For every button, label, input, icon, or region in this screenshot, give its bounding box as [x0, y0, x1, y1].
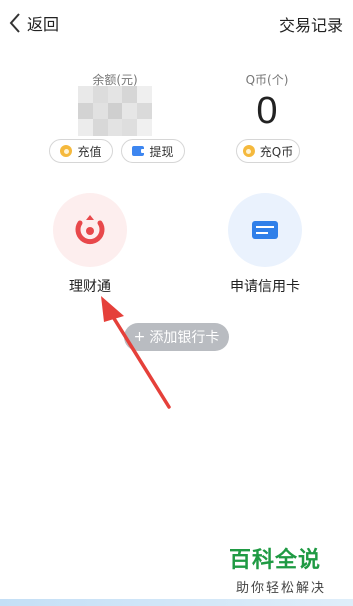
blurred-balance-value — [78, 86, 152, 136]
coin-icon — [242, 145, 255, 157]
bottom-strip — [0, 599, 353, 606]
recharge-label: 充值 — [77, 144, 102, 159]
credit-card-button[interactable] — [228, 193, 302, 267]
qcoin-label: Q币(个) — [245, 73, 289, 87]
licaitong-icon — [75, 215, 105, 245]
back-label: 返回 — [27, 15, 60, 34]
recharge-button[interactable]: 充值 — [49, 139, 113, 163]
chevron-left-icon — [9, 13, 20, 33]
qcoin-value: 0 — [256, 90, 278, 132]
withdraw-label: 提现 — [149, 144, 174, 159]
licaitong-button[interactable] — [53, 193, 127, 267]
watermark-subtitle: 助你轻松解决 — [236, 581, 327, 596]
credit-card-label[interactable]: 申请信用卡 — [215, 276, 315, 296]
credit-card-icon — [252, 221, 278, 239]
header-bar: 返回 交易记录 — [0, 0, 353, 46]
add-bank-card-button[interactable]: + 添加银行卡 — [124, 323, 229, 351]
add-bank-card-label: 添加银行卡 — [149, 330, 220, 346]
wallet-icon — [132, 146, 146, 156]
back-button[interactable]: 返回 — [8, 10, 59, 36]
withdraw-button[interactable]: 提现 — [121, 139, 185, 163]
recharge-qcoin-button[interactable]: 充Q币 — [236, 139, 300, 163]
recharge-qcoin-label: 充Q币 — [259, 144, 294, 159]
plus-icon: + — [133, 329, 146, 345]
transaction-records-link[interactable]: 交易记录 — [279, 12, 343, 36]
coin-icon — [60, 145, 73, 157]
licaitong-label[interactable]: 理财通 — [40, 276, 140, 296]
watermark-title: 百科全说 — [229, 548, 322, 573]
